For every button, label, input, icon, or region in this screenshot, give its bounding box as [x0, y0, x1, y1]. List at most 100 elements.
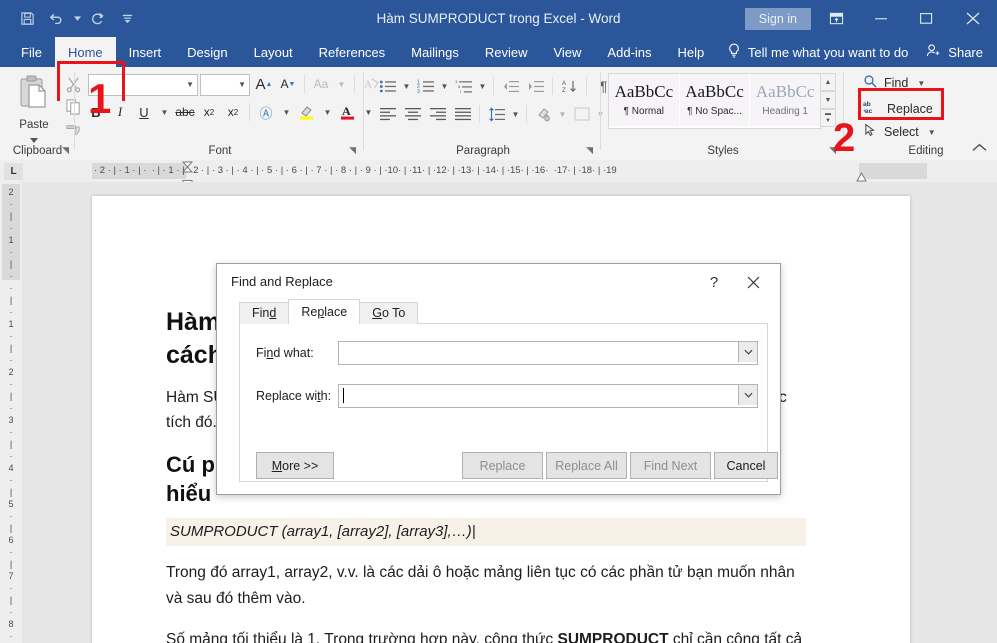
- paragraph-dialog-launcher[interactable]: ◥: [586, 145, 593, 156]
- style-item-no-spacing[interactable]: AaBbCc ¶ No Spac...: [680, 74, 751, 126]
- chevron-down-icon[interactable]: ▼: [238, 80, 246, 89]
- collapse-ribbon-icon[interactable]: [972, 143, 987, 155]
- styles-scroll-up-icon[interactable]: ▲: [820, 73, 836, 91]
- find-what-dropdown-icon[interactable]: [738, 342, 757, 362]
- tab-mailings[interactable]: Mailings: [398, 37, 472, 67]
- shading-icon[interactable]: [531, 102, 556, 126]
- change-case-dropdown-icon[interactable]: ▼: [333, 72, 350, 96]
- text-effects-icon[interactable]: Ⓐ: [254, 100, 278, 124]
- tell-me-box[interactable]: Tell me what you want to do: [727, 43, 908, 62]
- numbering-dropdown-icon[interactable]: ▼: [438, 74, 451, 98]
- underline-button[interactable]: U: [132, 100, 156, 124]
- undo-dropdown-icon[interactable]: [72, 5, 82, 31]
- tab-stop-selector[interactable]: L: [4, 163, 23, 180]
- help-icon[interactable]: ?: [702, 271, 726, 293]
- select-button[interactable]: Select ▼: [863, 123, 936, 141]
- increase-indent-icon[interactable]: [523, 74, 548, 98]
- multilevel-list-icon[interactable]: 1ai: [451, 74, 476, 98]
- tab-references[interactable]: References: [306, 37, 398, 67]
- style-item-heading1[interactable]: AaBbCc Heading 1: [750, 74, 821, 126]
- multilevel-dropdown-icon[interactable]: ▼: [476, 74, 489, 98]
- strikethrough-button[interactable]: abc: [173, 100, 197, 124]
- line-spacing-icon[interactable]: [484, 102, 509, 126]
- shading-dropdown-icon[interactable]: ▼: [556, 102, 569, 126]
- maximize-icon[interactable]: [904, 0, 949, 37]
- dialog-tab-replace[interactable]: Replace: [288, 299, 360, 324]
- align-right-icon[interactable]: [425, 102, 450, 126]
- find-button[interactable]: Find ▼: [863, 74, 925, 92]
- line-spacing-dropdown-icon[interactable]: ▼: [509, 102, 522, 126]
- minimize-icon[interactable]: [859, 0, 904, 37]
- numbering-icon[interactable]: 123: [413, 74, 438, 98]
- subscript-button[interactable]: x2: [197, 100, 221, 124]
- find-dropdown-icon[interactable]: ▼: [917, 79, 925, 88]
- paste-button[interactable]: Paste: [10, 72, 58, 148]
- replace-button[interactable]: Replace: [462, 452, 543, 479]
- grow-font-icon[interactable]: A▲: [252, 72, 276, 96]
- chevron-down-icon[interactable]: ▼: [186, 80, 194, 89]
- bold-button[interactable]: B: [84, 100, 108, 124]
- tab-review[interactable]: Review: [472, 37, 541, 67]
- svg-text:A: A: [562, 81, 566, 87]
- right-indent-marker[interactable]: [856, 169, 865, 183]
- tab-insert[interactable]: Insert: [116, 37, 175, 67]
- tab-view[interactable]: View: [540, 37, 594, 67]
- decrease-indent-icon[interactable]: [498, 74, 523, 98]
- replace-all-button[interactable]: Replace All: [546, 452, 627, 479]
- replace-with-input[interactable]: [338, 384, 758, 408]
- redo-icon[interactable]: [85, 5, 111, 31]
- font-name-combo[interactable]: ▼: [88, 74, 198, 96]
- close-icon[interactable]: [949, 0, 997, 37]
- find-next-button[interactable]: Find Next: [630, 452, 711, 479]
- sort-icon[interactable]: AZ: [557, 74, 582, 98]
- justify-icon[interactable]: [450, 102, 475, 126]
- borders-icon[interactable]: [569, 102, 594, 126]
- change-case-icon[interactable]: Aa: [309, 72, 333, 96]
- dialog-close-icon[interactable]: [740, 271, 766, 293]
- dialog-tab-find[interactable]: Find: [239, 302, 289, 324]
- superscript-button[interactable]: x2: [221, 100, 245, 124]
- find-what-input[interactable]: [338, 341, 758, 365]
- replace-button[interactable]: ab ac Replace: [863, 99, 933, 118]
- save-icon[interactable]: [14, 5, 40, 31]
- share-button[interactable]: Share: [926, 43, 983, 61]
- tab-design[interactable]: Design: [174, 37, 240, 67]
- styles-more-icon[interactable]: ▬▼: [820, 109, 836, 127]
- vertical-ruler[interactable]: 2·| ·1· |· ·|· 1·| ·2· |·3 ·|· 4·| 5·| 6…: [0, 182, 22, 643]
- style-item-normal[interactable]: AaBbCc ¶ Normal: [609, 74, 680, 126]
- text-highlight-color-icon[interactable]: [295, 100, 319, 124]
- ribbon-display-options-icon[interactable]: [814, 0, 859, 37]
- shrink-font-icon[interactable]: A▼: [276, 72, 300, 96]
- tab-help[interactable]: Help: [665, 37, 718, 67]
- text-effects-dropdown-icon[interactable]: ▼: [278, 100, 295, 124]
- dialog-tab-goto[interactable]: Go To: [359, 302, 418, 324]
- first-line-indent-marker[interactable]: [182, 161, 191, 175]
- underline-dropdown-icon[interactable]: ▼: [156, 100, 173, 124]
- undo-icon[interactable]: [43, 5, 69, 31]
- select-dropdown-icon[interactable]: ▼: [928, 128, 936, 137]
- find-and-replace-dialog[interactable]: Find and Replace ? Find Replace Go To Fi…: [216, 263, 781, 495]
- bullets-icon[interactable]: [375, 74, 400, 98]
- tab-home[interactable]: Home: [55, 37, 116, 67]
- tab-addins[interactable]: Add-ins: [594, 37, 664, 67]
- styles-scroll-down-icon[interactable]: ▼: [820, 91, 836, 109]
- bullets-dropdown-icon[interactable]: ▼: [400, 74, 413, 98]
- align-left-icon[interactable]: [375, 102, 400, 126]
- font-color-icon[interactable]: A: [336, 100, 360, 124]
- cancel-button[interactable]: Cancel: [714, 452, 778, 479]
- ruler-track[interactable]: · 2 · | · 1 · | · · | · 1 · | · 2 · | · …: [92, 163, 927, 179]
- horizontal-ruler[interactable]: L · 2 · | · 1 · | · · | · 1 · | · 2 · | …: [0, 160, 997, 183]
- tab-file[interactable]: File: [8, 37, 55, 67]
- font-dialog-launcher[interactable]: ◥: [349, 145, 356, 156]
- styles-dialog-launcher[interactable]: ◥: [829, 145, 836, 156]
- more-button[interactable]: More >>: [256, 452, 334, 479]
- tab-layout[interactable]: Layout: [241, 37, 306, 67]
- customize-quick-access-icon[interactable]: [114, 5, 140, 31]
- italic-button[interactable]: I: [108, 100, 132, 124]
- highlight-dropdown-icon[interactable]: ▼: [319, 100, 336, 124]
- font-size-combo[interactable]: ▼: [200, 74, 250, 96]
- align-center-icon[interactable]: [400, 102, 425, 126]
- replace-with-dropdown-icon[interactable]: [738, 385, 757, 405]
- clipboard-dialog-launcher[interactable]: ◥: [62, 145, 69, 156]
- sign-in-button[interactable]: Sign in: [745, 8, 811, 30]
